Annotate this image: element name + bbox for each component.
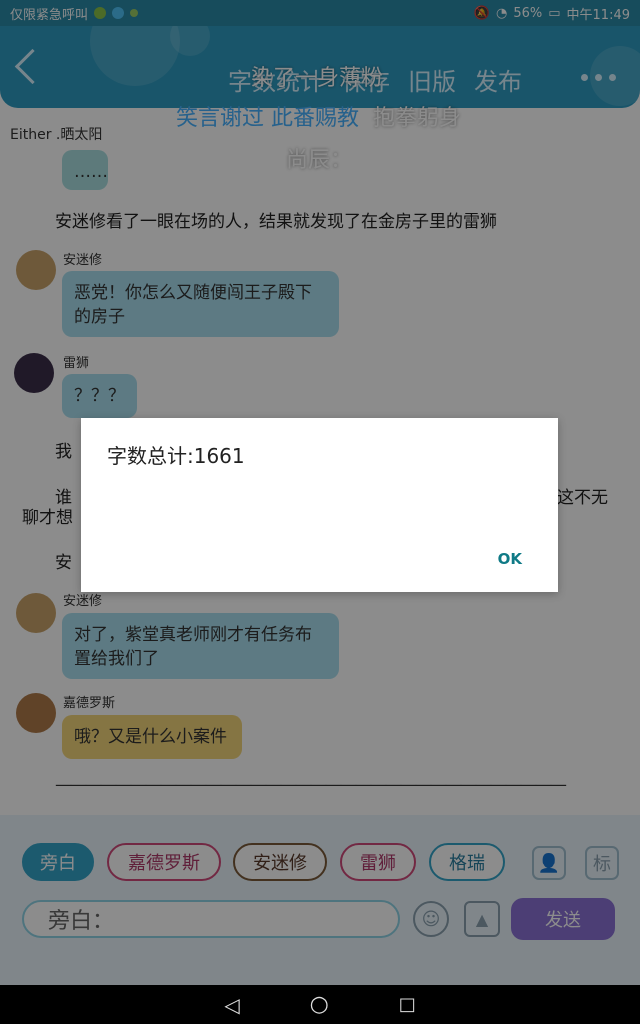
ok-button[interactable]: OK [498,550,522,568]
word-count-dialog: 字数总计:1661 OK [81,418,558,592]
recents-nav-icon[interactable]: □ [399,994,416,1015]
system-nav-bar: ◁ ○ □ [0,985,640,1024]
dialog-title: 字数总计:1661 [107,444,245,468]
back-nav-icon[interactable]: ◁ [224,993,239,1017]
home-nav-icon[interactable]: ○ [310,992,329,1017]
